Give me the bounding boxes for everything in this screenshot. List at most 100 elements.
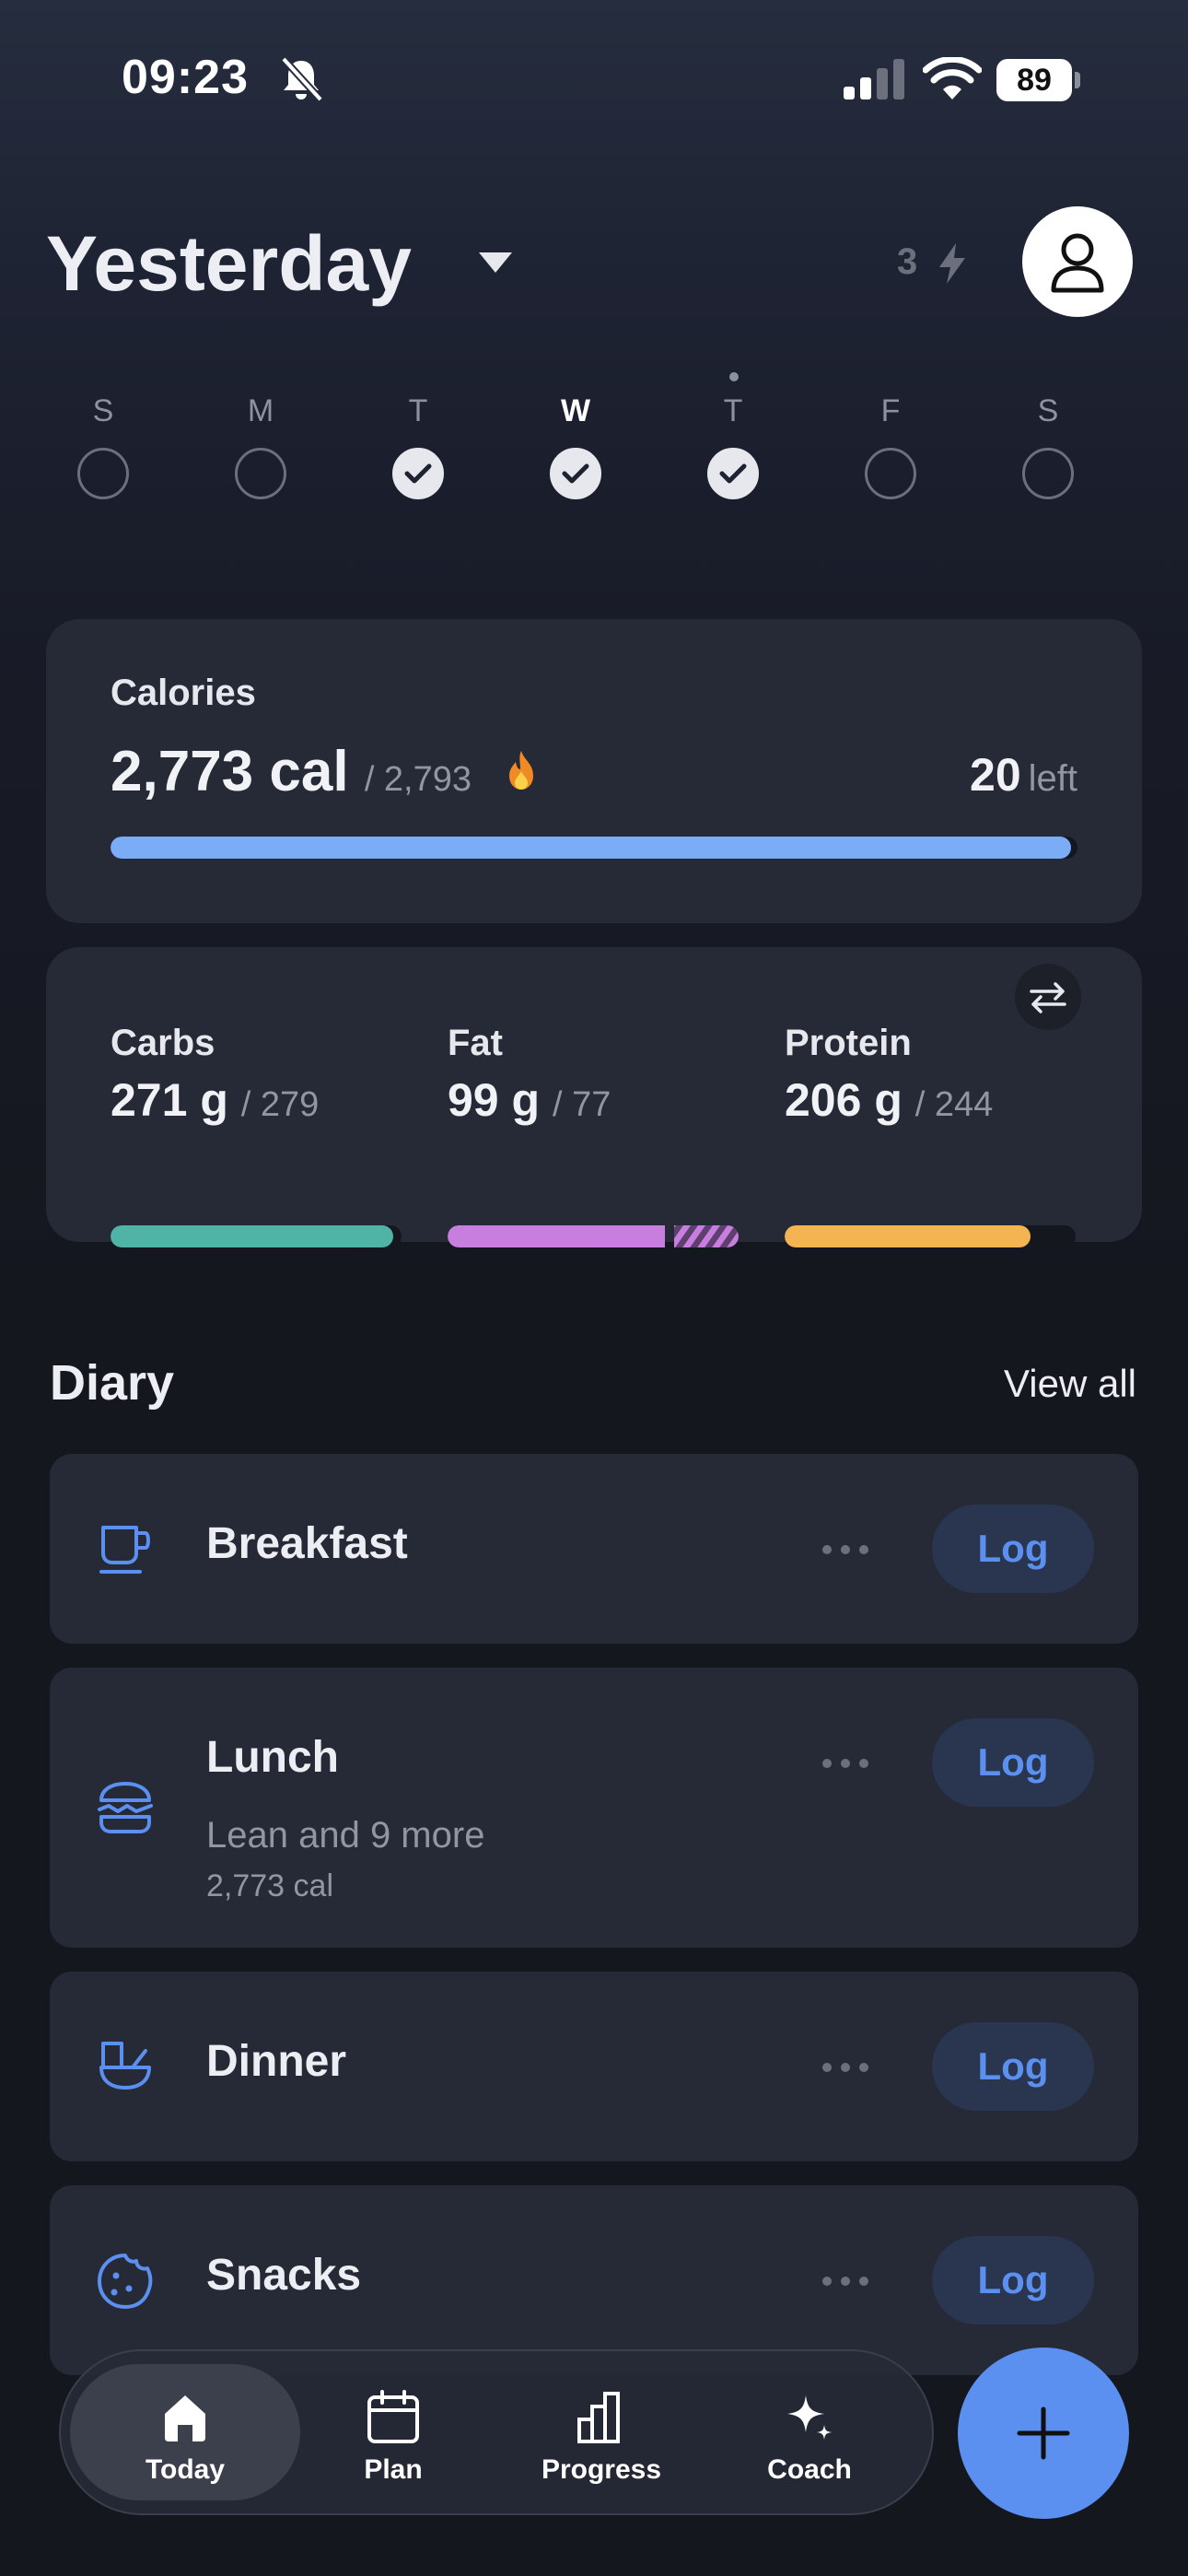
day-sunday[interactable]: S <box>48 387 158 499</box>
log-button[interactable]: Log <box>932 2022 1094 2111</box>
macro-over-bar <box>448 1225 739 1247</box>
nav-progress[interactable]: Progress <box>486 2364 716 2500</box>
nav-label: Progress <box>541 2454 662 2485</box>
swap-arrows-icon <box>1030 982 1066 1013</box>
day-wednesday[interactable]: W <box>520 387 631 499</box>
calories-progress-bar <box>111 837 1077 859</box>
more-options-icon[interactable] <box>818 2272 873 2290</box>
macro-fat: Fat 99 g / 77 <box>448 1023 742 1247</box>
nav-plan[interactable]: Plan <box>278 2364 508 2500</box>
profile-button[interactable] <box>1022 206 1133 317</box>
log-button[interactable]: Log <box>932 1718 1094 1807</box>
macro-value: 271 g <box>111 1074 228 1126</box>
log-button[interactable]: Log <box>932 2236 1094 2324</box>
calories-progress-fill <box>111 837 1071 859</box>
check-icon <box>404 463 432 484</box>
calendar-icon <box>367 2390 419 2443</box>
day-monday[interactable]: M <box>205 387 316 499</box>
more-options-icon[interactable] <box>818 1540 873 1559</box>
more-options-icon[interactable] <box>818 2058 873 2077</box>
day-status-empty <box>1022 448 1074 499</box>
cup-icon <box>99 1526 150 1574</box>
nav-today[interactable]: Today <box>70 2364 300 2500</box>
day-tuesday[interactable]: T <box>363 387 473 499</box>
nav-label: Today <box>145 2454 226 2485</box>
meal-summary: Lean and 9 more <box>206 1815 485 1856</box>
calories-left-label: left <box>1028 758 1077 799</box>
day-label-selected: W <box>560 393 591 428</box>
add-button[interactable] <box>958 2348 1129 2519</box>
macro-value-row: 271 g / 279 <box>111 1073 405 1127</box>
plus-icon <box>1017 2406 1070 2460</box>
user-icon <box>1051 233 1104 293</box>
meal-calories: 2,773 cal <box>206 1868 333 1903</box>
macro-progress-bar <box>448 1225 739 1247</box>
meal-lunch[interactable]: Lunch Lean and 9 more 2,773 cal Log <box>50 1668 1138 1948</box>
bar-chart-icon <box>577 2392 620 2443</box>
status-time: 09:23 <box>122 51 249 104</box>
macro-progress-fill <box>785 1225 1031 1247</box>
day-saturday[interactable]: S <box>993 387 1103 499</box>
fat-progress-fill <box>448 1225 665 1247</box>
macro-progress-bar <box>111 1225 402 1247</box>
home-icon <box>165 2395 205 2441</box>
fat-over-goal-fill <box>674 1225 739 1247</box>
day-status-done <box>392 448 444 499</box>
meal-dinner[interactable]: Dinner Log <box>50 1972 1138 2161</box>
day-label: F <box>880 393 901 428</box>
meal-name: Breakfast <box>206 1519 408 1568</box>
meal-name: Dinner <box>206 2037 347 2086</box>
macros-card[interactable]: Carbs 271 g / 279 Fat 99 g / 77 Protein … <box>46 947 1142 1247</box>
nav-label: Plan <box>364 2454 423 2485</box>
macro-name: Fat <box>448 1023 503 1063</box>
wifi-icon <box>923 57 982 100</box>
bottom-nav: Today Plan Progress Coach <box>59 2349 934 2515</box>
day-status-empty <box>77 448 129 499</box>
macro-value-row: 99 g / 77 <box>448 1073 742 1127</box>
macro-protein: Protein 206 g / 244 <box>785 1023 1079 1247</box>
day-label: T <box>408 393 428 428</box>
swap-view-button[interactable] <box>1015 964 1081 1030</box>
macro-value: 99 g <box>448 1074 541 1126</box>
meal-snacks[interactable]: Snacks Log <box>50 2185 1138 2375</box>
calories-left-value: 20 <box>970 749 1021 801</box>
day-thursday[interactable]: T <box>678 372 788 499</box>
day-friday[interactable]: F <box>835 387 946 499</box>
meal-name: Snacks <box>206 2251 362 2300</box>
macro-goal: / 77 <box>552 1085 611 1124</box>
macro-progress-fill <box>111 1225 393 1247</box>
day-status-done <box>550 448 601 499</box>
day-status-empty <box>865 448 916 499</box>
streak-count: 3 <box>897 241 918 282</box>
day-label: S <box>1037 393 1059 428</box>
check-icon <box>562 463 589 484</box>
more-options-icon[interactable] <box>818 1754 873 1773</box>
view-all-link[interactable]: View all <box>1004 1362 1136 1406</box>
week-strip: S M T W T F S <box>48 372 1140 516</box>
bowl-icon <box>99 2042 151 2090</box>
macro-goal: / 279 <box>240 1085 320 1124</box>
macro-goal: / 244 <box>914 1085 994 1124</box>
calories-label: Calories <box>111 673 256 713</box>
flame-icon <box>509 750 534 790</box>
macro-value-row: 206 g / 244 <box>785 1073 1079 1127</box>
macro-name: Carbs <box>111 1023 215 1063</box>
cookie-icon <box>98 2254 153 2309</box>
calories-goal: / 2,793 <box>364 760 472 799</box>
log-button[interactable]: Log <box>932 1505 1094 1593</box>
bolt-icon <box>939 243 965 284</box>
macro-name: Protein <box>785 1023 912 1063</box>
today-dot <box>729 372 739 381</box>
nav-coach[interactable]: Coach <box>694 2364 925 2500</box>
calories-card[interactable]: Calories 2,773 cal / 2,793 20 left <box>46 619 1142 923</box>
bell-muted-icon <box>281 56 323 102</box>
day-label: T <box>723 393 743 428</box>
macro-carbs: Carbs 271 g / 279 <box>111 1023 405 1247</box>
meal-breakfast[interactable]: Breakfast Log <box>50 1454 1138 1644</box>
day-label: S <box>92 393 114 428</box>
chevron-down-icon[interactable] <box>477 249 514 276</box>
page-title[interactable]: Yesterday <box>46 219 412 309</box>
day-status-empty <box>235 448 286 499</box>
meal-name: Lunch <box>206 1733 339 1782</box>
diary-title: Diary <box>50 1355 175 1411</box>
